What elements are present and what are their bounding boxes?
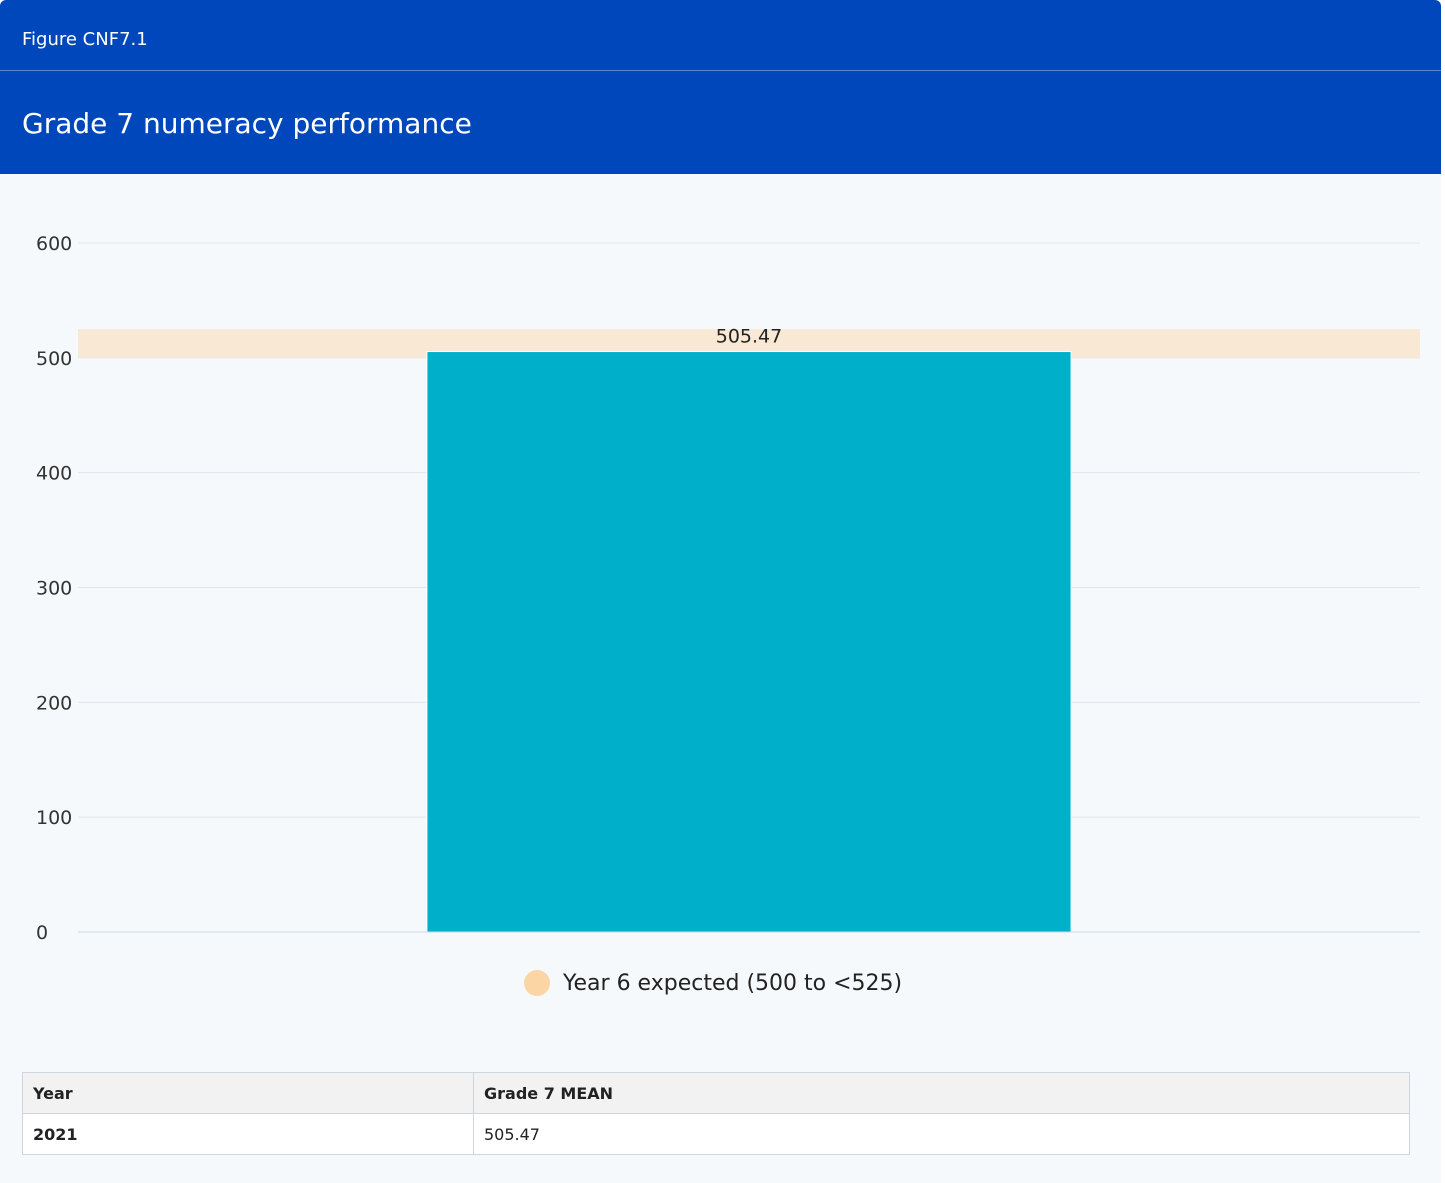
data-table: Year Grade 7 MEAN 2021 505.47 [22,1072,1410,1155]
y-tick-label: 300 [36,578,72,600]
header-divider [0,70,1441,71]
y-tick-label: 600 [36,233,72,255]
data-labels: 505.47 [716,326,782,348]
legend-marker [524,970,550,996]
bar[interactable] [426,351,1072,933]
table-cell-year: 2021 [22,1113,474,1155]
table-header-year: Year [22,1072,474,1114]
y-axis-tick-labels: 0 100 200 300 400 500 600 [36,233,72,944]
y-tick-label: 0 [36,922,48,944]
y-tick-label: 200 [36,692,72,714]
bar-chart: 0 100 200 300 400 500 600 505.47 Year 6 expect… [36,233,1420,996]
bar-value-label: 505.47 [716,326,782,348]
table-cell-mean: 505.47 [473,1113,1410,1155]
y-tick-label: 500 [36,348,72,370]
table-header-row: Year Grade 7 MEAN [22,1072,1410,1114]
bars [426,351,1072,933]
table-header-grade7-mean: Grade 7 MEAN [473,1072,1410,1114]
figure-title: Grade 7 numeracy performance [22,107,472,140]
figure-card: Figure CNF7.1 Grade 7 numeracy performan… [0,0,1441,1183]
legend-item-label[interactable]: Year 6 expected (500 to <525) [562,971,902,996]
legend[interactable]: Year 6 expected (500 to <525) [524,970,902,996]
y-tick-label: 100 [36,807,72,829]
figure-label: Figure CNF7.1 [22,29,148,50]
figure-header: Figure CNF7.1 Grade 7 numeracy performan… [0,0,1441,174]
y-tick-label: 400 [36,463,72,485]
table-row: 2021 505.47 [22,1113,1410,1155]
